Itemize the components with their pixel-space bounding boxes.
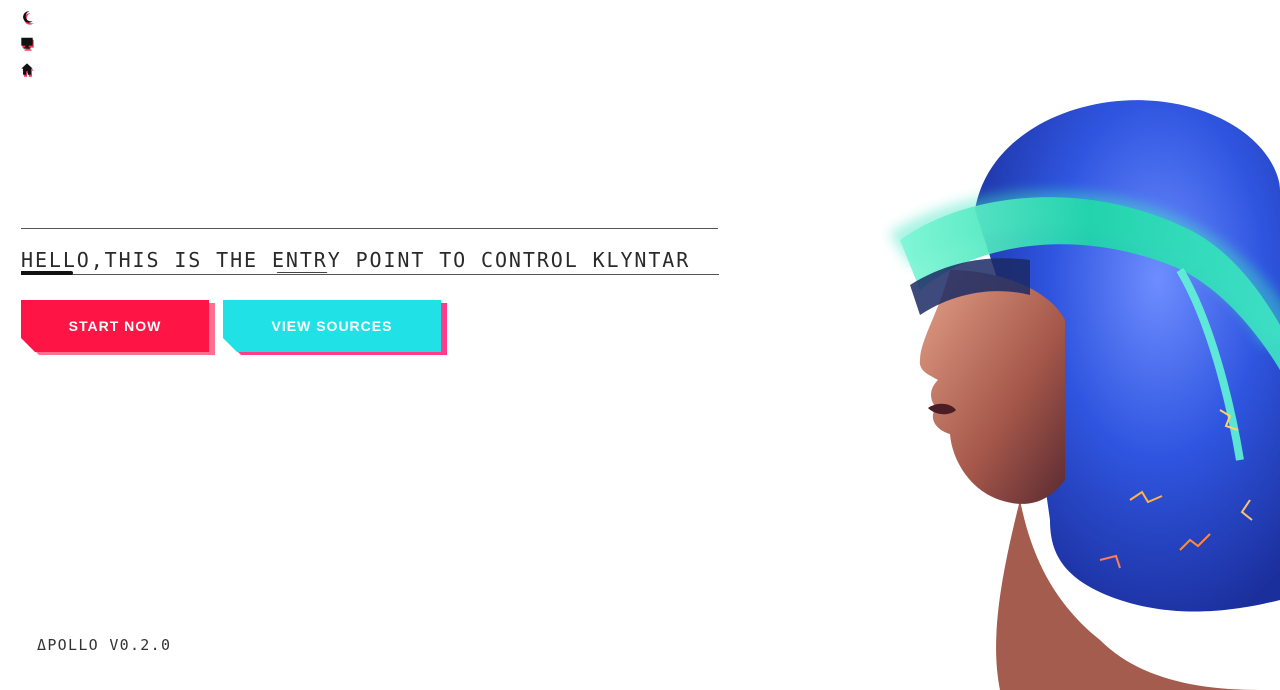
action-buttons: START NOW VIEW SOURCES [21,300,441,352]
sources-button-wrap: VIEW SOURCES [223,300,441,352]
icon-rail [18,8,36,78]
start-now-button[interactable]: START NOW [21,300,209,352]
hero-illustration [880,80,1280,690]
view-sources-button[interactable]: VIEW SOURCES [223,300,441,352]
page-title: HELLO,THIS IS THE ENTRY POINT TO CONTROL… [21,248,691,272]
version-label: ΔPOLLO V0.2.0 [37,636,172,654]
headline-block: HELLO,THIS IS THE ENTRY POINT TO CONTROL… [21,228,719,276]
moon-icon[interactable] [18,8,36,26]
glitch-decoration [274,272,328,276]
cyber-portrait-image [888,100,1280,690]
page: HELLO,THIS IS THE ENTRY POINT TO CONTROL… [0,0,1280,690]
monitor-icon[interactable] [18,34,36,52]
glitch-decoration [21,271,73,275]
divider [21,271,719,276]
home-icon[interactable] [18,60,36,78]
start-button-wrap: START NOW [21,300,209,352]
